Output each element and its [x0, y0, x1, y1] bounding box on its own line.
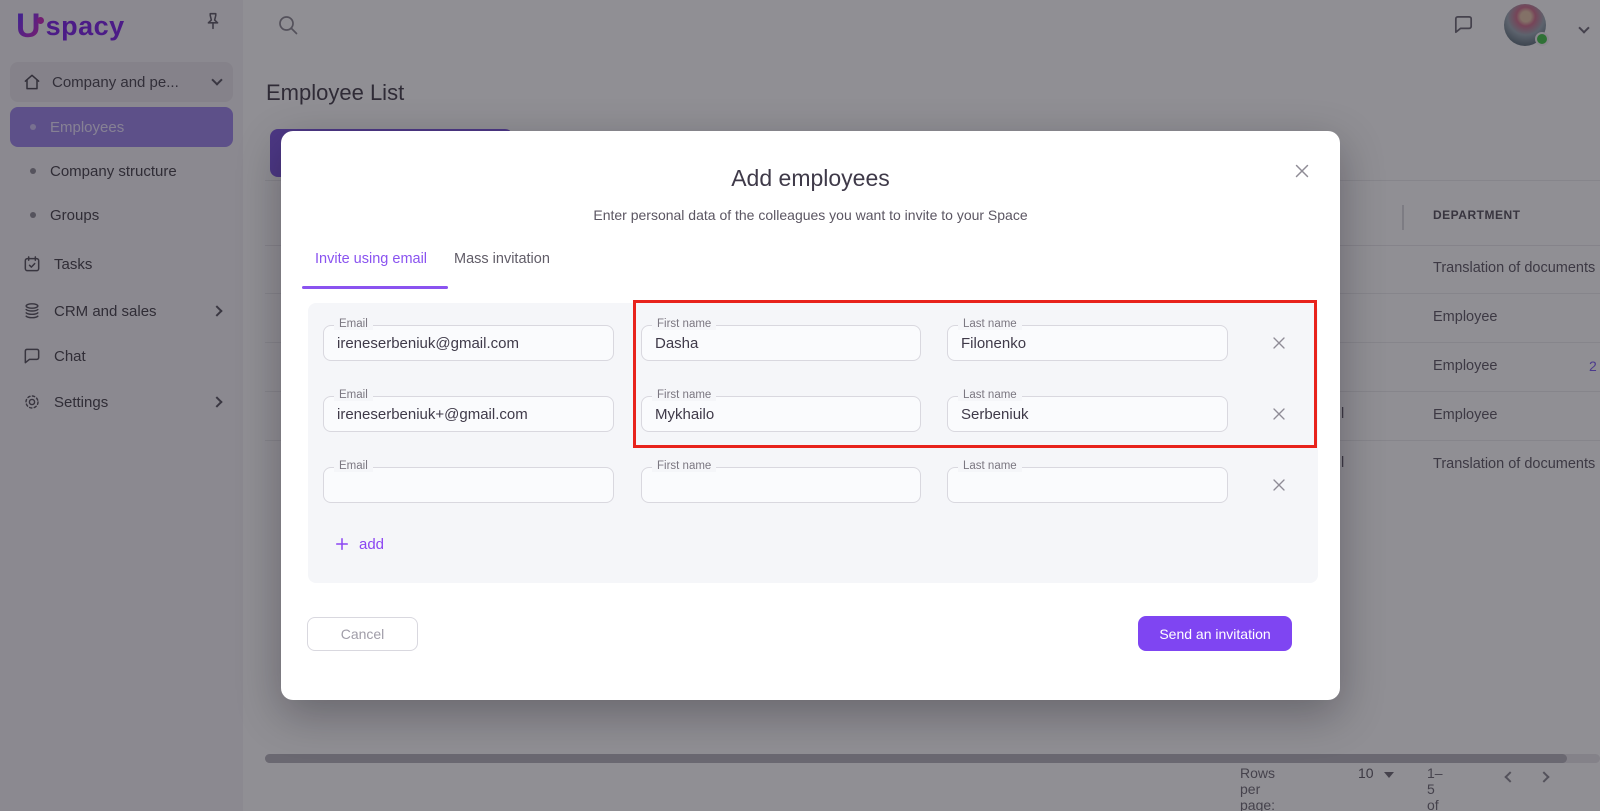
first-name-input[interactable] — [642, 468, 920, 502]
first-name-field: First name — [641, 460, 921, 503]
add-row-button[interactable]: add — [333, 535, 384, 553]
plus-icon — [333, 535, 351, 553]
active-tab-underline — [302, 286, 448, 289]
email-field: Email — [323, 318, 614, 361]
tab-invite-using-email[interactable]: Invite using email — [315, 251, 427, 267]
modal-title: Add employees — [731, 165, 890, 191]
email-field: Email — [323, 460, 614, 503]
app-screen: U spacy Company and pe... Employees Comp… — [0, 0, 1600, 811]
last-name-input[interactable] — [948, 468, 1227, 502]
modal-subtitle: Enter personal data of the colleagues yo… — [593, 207, 1028, 223]
email-input[interactable] — [324, 326, 613, 360]
email-input[interactable] — [324, 468, 613, 502]
add-label: add — [359, 535, 385, 553]
annotation-box — [633, 300, 1317, 448]
last-name-field: Last name — [947, 460, 1228, 503]
email-input[interactable] — [324, 397, 613, 431]
remove-row-icon[interactable] — [1269, 472, 1295, 498]
email-field: Email — [323, 389, 614, 432]
cancel-button[interactable]: Cancel — [307, 617, 418, 651]
send-invitation-button[interactable]: Send an invitation — [1138, 616, 1292, 651]
tab-mass-invitation[interactable]: Mass invitation — [454, 251, 550, 267]
